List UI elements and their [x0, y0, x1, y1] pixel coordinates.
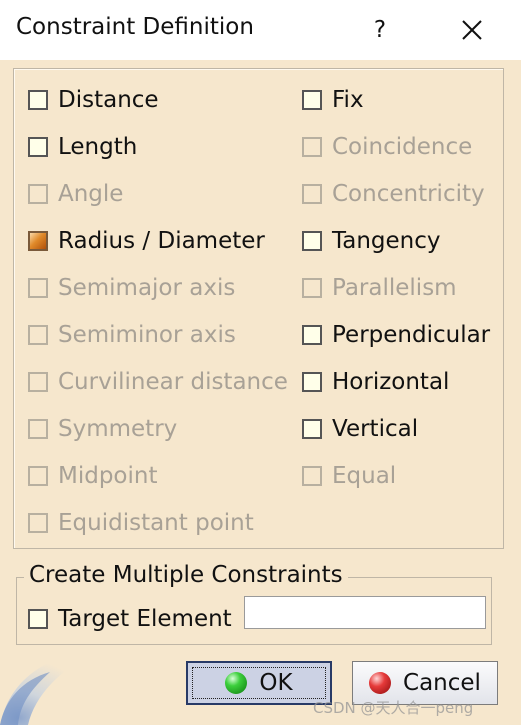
- constraint-curvilinear-distance: Curvilinear distance: [28, 365, 288, 399]
- constraint-coincidence: Coincidence: [302, 130, 472, 164]
- constraint-label: Perpendicular: [332, 322, 491, 348]
- checkbox[interactable]: [28, 609, 48, 629]
- checkbox[interactable]: [302, 231, 322, 251]
- constraint-label: Symmetry: [58, 416, 178, 442]
- constraint-label: Length: [58, 134, 138, 160]
- checkbox: [302, 184, 322, 204]
- constraint-radius-diameter[interactable]: Radius / Diameter: [28, 224, 265, 258]
- constraint-label: Fix: [332, 87, 364, 113]
- constraint-equal: Equal: [302, 459, 396, 493]
- constraint-label: Midpoint: [58, 463, 158, 489]
- checkbox[interactable]: [28, 90, 48, 110]
- constraint-semiminor-axis: Semiminor axis: [28, 318, 236, 352]
- constraint-parallelism: Parallelism: [302, 271, 457, 305]
- checkbox: [28, 184, 48, 204]
- checkbox: [28, 466, 48, 486]
- checkbox: [28, 513, 48, 533]
- checkbox: [28, 419, 48, 439]
- ok-label: OK: [259, 670, 293, 696]
- constraint-label: Parallelism: [332, 275, 457, 301]
- constraint-fix[interactable]: Fix: [302, 83, 364, 117]
- close-button[interactable]: [452, 10, 492, 50]
- constraint-tangency[interactable]: Tangency: [302, 224, 441, 258]
- constraint-label: Distance: [58, 87, 159, 113]
- constraint-label: Equidistant point: [58, 510, 254, 536]
- constraint-vertical[interactable]: Vertical: [302, 412, 418, 446]
- cancel-label: Cancel: [403, 670, 481, 696]
- background-swirl-decoration: [0, 652, 95, 725]
- constraint-label: Radius / Diameter: [58, 228, 265, 254]
- constraint-angle: Angle: [28, 177, 123, 211]
- constraint-horizontal[interactable]: Horizontal: [302, 365, 449, 399]
- constraint-distance[interactable]: Distance: [28, 83, 159, 117]
- constraint-label: Curvilinear distance: [58, 369, 288, 395]
- checkbox: [302, 137, 322, 157]
- checkbox: [302, 466, 322, 486]
- target-element-field[interactable]: [244, 596, 486, 629]
- constraint-label: Vertical: [332, 416, 419, 442]
- multiple-constraints-legend: Create Multiple Constraints: [24, 562, 348, 588]
- constraint-midpoint: Midpoint: [28, 459, 158, 493]
- ok-icon: [225, 672, 248, 694]
- target-element-label: Target Element: [58, 606, 232, 632]
- checkbox-checked[interactable]: [28, 231, 48, 251]
- constraint-definition-dialog: Constraint Definition ? Distance Length …: [0, 0, 521, 725]
- cancel-icon: [369, 672, 392, 694]
- constraint-equidistant-point: Equidistant point: [28, 506, 254, 540]
- constraint-label: Tangency: [332, 228, 441, 254]
- target-element-option[interactable]: Target Element: [28, 602, 232, 636]
- help-icon: ?: [373, 17, 387, 43]
- watermark-text: CSDN @天人合一peng: [313, 699, 474, 717]
- constraint-label: Concentricity: [332, 181, 485, 207]
- constraint-length[interactable]: Length: [28, 130, 137, 164]
- checkbox[interactable]: [302, 90, 322, 110]
- constraint-label: Angle: [58, 181, 124, 207]
- title-bar: Constraint Definition ?: [0, 0, 521, 60]
- constraint-concentricity: Concentricity: [302, 177, 485, 211]
- checkbox[interactable]: [302, 372, 322, 392]
- checkbox: [28, 278, 48, 298]
- dialog-title: Constraint Definition: [16, 14, 254, 40]
- checkbox[interactable]: [302, 325, 322, 345]
- checkbox: [28, 372, 48, 392]
- checkbox[interactable]: [302, 419, 322, 439]
- constraint-label: Coincidence: [332, 134, 473, 160]
- checkbox[interactable]: [28, 137, 48, 157]
- checkbox: [302, 278, 322, 298]
- constraint-symmetry: Symmetry: [28, 412, 177, 446]
- constraint-label: Horizontal: [332, 369, 450, 395]
- help-button[interactable]: ?: [360, 10, 400, 50]
- constraint-label: Semimajor axis: [58, 275, 236, 301]
- constraint-label: Semiminor axis: [58, 322, 236, 348]
- ok-button[interactable]: OK: [186, 661, 332, 705]
- constraint-perpendicular[interactable]: Perpendicular: [302, 318, 490, 352]
- close-icon: [462, 20, 482, 40]
- constraint-label: Equal: [332, 463, 397, 489]
- constraint-semimajor-axis: Semimajor axis: [28, 271, 235, 305]
- checkbox: [28, 325, 48, 345]
